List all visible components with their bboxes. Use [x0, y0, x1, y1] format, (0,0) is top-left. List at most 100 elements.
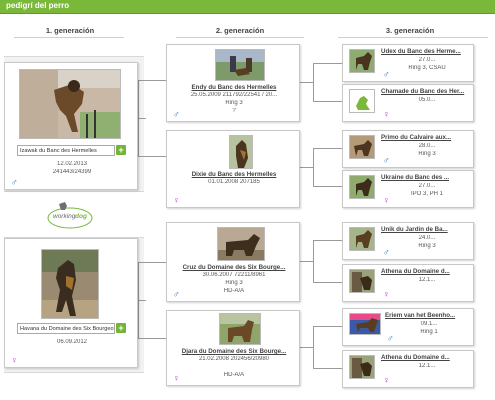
dog-card-gen3-8[interactable]: Athena du Domaine d... 12.1... ♀ — [342, 350, 474, 388]
dog-name-link[interactable]: Djara du Domaine des Six Bourge... — [171, 348, 297, 355]
dog-photo[interactable] — [219, 313, 261, 345]
dog-photo-image — [42, 250, 98, 318]
dog-photo[interactable] — [349, 313, 381, 335]
female-icon: ♀ — [383, 195, 390, 205]
connector — [313, 63, 342, 64]
dog-name-link[interactable]: Athena du Domaine d... — [381, 268, 473, 275]
dog-photo[interactable] — [41, 249, 99, 319]
male-icon: ♂ — [173, 289, 180, 299]
dog-photo[interactable] — [349, 227, 375, 251]
dog-registration: 241443/24399 — [52, 169, 92, 175]
add-button[interactable]: + — [116, 145, 126, 155]
connector — [313, 63, 314, 101]
dog-card-gen3-5[interactable]: Unik du Jardin de Ba... 24.0... Ring 3 ♂ — [342, 222, 474, 260]
add-button[interactable]: + — [116, 323, 126, 333]
dog-card-gen2-1[interactable]: Endy du Banc des Hermelles 25.05.2009 21… — [166, 44, 300, 122]
column-divider — [338, 37, 488, 38]
dog-name-field[interactable]: Izawak du Banc des Hermelles — [17, 145, 115, 156]
connector — [138, 156, 166, 157]
dog-birthdate: 28.0... — [418, 143, 436, 149]
dog-photo[interactable] — [349, 355, 375, 379]
male-icon: ♂ — [383, 69, 390, 79]
dog-title: Ring 3 — [225, 280, 243, 286]
column-divider — [14, 37, 124, 38]
male-icon: ♂ — [383, 247, 390, 257]
dog-birthdate: 06.09.2012 — [56, 339, 88, 345]
dog-photo[interactable] — [215, 49, 265, 81]
dog-photo[interactable] — [349, 135, 375, 159]
connector — [313, 368, 342, 369]
dog-name-link[interactable]: Ukraine du Banc des ... — [381, 174, 473, 181]
dog-photo[interactable] — [229, 135, 253, 169]
dog-photo[interactable] — [217, 227, 265, 261]
logo-text-working: working — [53, 213, 76, 220]
female-icon: ♀ — [383, 375, 390, 385]
dog-photo-image — [350, 50, 374, 72]
dog-card-gen3-2[interactable]: Chamade du Banc des Her... 05.0... ♀ — [342, 84, 474, 122]
dog-name-link[interactable]: Eriem van het Beenho... — [385, 312, 473, 319]
connector — [138, 262, 166, 263]
dog-card-gen1-sire[interactable]: Izawak du Banc des Hermelles + 12.02.201… — [4, 62, 138, 190]
dog-card-gen2-4[interactable]: Djara du Domaine des Six Bourge... 21.02… — [166, 310, 300, 386]
connector — [313, 326, 314, 368]
dog-birthdate: 12.02.2013 — [56, 161, 88, 167]
column-heading-gen1: 1. generación — [45, 26, 95, 35]
male-icon: ♂ — [11, 177, 18, 187]
column-heading-gen2: 2. generación — [215, 26, 265, 35]
dog-name-link[interactable]: Cruz du Domaine des Six Bourge... — [171, 264, 297, 271]
dog-photo-image — [216, 50, 264, 80]
connector — [313, 101, 342, 102]
dog-card-gen2-3[interactable]: Cruz du Domaine des Six Bourge... 30.06.… — [166, 222, 300, 302]
dog-photo[interactable] — [19, 69, 121, 139]
dog-birthdate: 24.0... — [418, 235, 436, 241]
connector — [300, 261, 313, 262]
connector — [313, 326, 342, 327]
dog-birthdate: 27.0... — [418, 183, 436, 189]
dog-name-link[interactable]: Athena du Domaine d... — [381, 354, 473, 361]
page-title: pedigrí del perro — [6, 1, 70, 10]
dog-name-link[interactable]: Udex du Banc des Herme... — [381, 48, 473, 55]
male-icon: ♂ — [173, 109, 180, 119]
dog-photo-image — [350, 270, 374, 292]
dog-photo-image — [20, 70, 120, 138]
dog-card-gen1-dam[interactable]: Havana du Domaine des Six Bourgeo + 06.0… — [4, 238, 138, 368]
connector — [313, 240, 314, 282]
dog-card-gen3-1[interactable]: Udex du Banc des Herme... 27.0... Ring 3… — [342, 44, 474, 82]
female-icon: ♀ — [11, 355, 18, 365]
dog-name-link[interactable]: Unik du Jardin de Ba... — [381, 226, 473, 233]
connector — [138, 300, 146, 301]
dog-birthdate-reg: 21.02.2008 202456/20980 — [198, 356, 270, 362]
dog-health: HD-A/A — [223, 372, 245, 378]
dog-health: ? — [232, 108, 236, 114]
dog-card-gen3-6[interactable]: Athena du Domaine d... 12.1... ♀ — [342, 264, 474, 302]
connector — [138, 80, 166, 81]
working-dog-logo: working dog — [45, 198, 95, 232]
dog-photo-placeholder[interactable] — [349, 89, 375, 113]
dog-photo-image — [220, 314, 260, 344]
dog-photo-image — [218, 228, 264, 260]
dog-health: HD-A/A — [223, 288, 245, 294]
dog-name-link[interactable]: Endy du Banc des Hermelles — [171, 84, 297, 91]
dog-birthdate: 05.0... — [418, 97, 436, 103]
dog-card-gen2-2[interactable]: Dixie du Banc des Hermelles 01.01.2008 2… — [166, 130, 300, 208]
dog-card-gen3-4[interactable]: Ukraine du Banc des ... 27.0... IPO 3, P… — [342, 170, 474, 208]
connector — [300, 347, 313, 348]
female-icon: ♀ — [173, 195, 180, 205]
dog-name-field[interactable]: Havana du Domaine des Six Bourgeo — [17, 323, 115, 334]
male-icon: ♂ — [387, 333, 394, 343]
dog-name-link[interactable]: Primo du Calvaire aux... — [381, 134, 473, 141]
dog-photo[interactable] — [349, 175, 375, 199]
dog-photo-image — [350, 136, 374, 158]
dog-photo-image — [350, 314, 380, 334]
dog-photo[interactable] — [349, 269, 375, 293]
dog-card-gen3-3[interactable]: Primo du Calvaire aux... 28.0... Ring 3 … — [342, 130, 474, 168]
female-icon: ♀ — [383, 289, 390, 299]
dog-name-link[interactable]: Dixie du Banc des Hermelles — [171, 171, 297, 178]
dog-name-link[interactable]: Chamade du Banc des Her... — [381, 88, 473, 95]
dog-card-gen3-7[interactable]: Eriem van het Beenho... 09.1... Ring 1 ♂ — [342, 308, 474, 346]
dog-title: Ring 3, CSAU — [408, 65, 446, 71]
dog-photo[interactable] — [349, 49, 375, 73]
connector — [313, 148, 314, 186]
column-divider — [176, 37, 304, 38]
dog-birthdate-reg: 30.06.2007 72211/8961 — [202, 272, 266, 278]
